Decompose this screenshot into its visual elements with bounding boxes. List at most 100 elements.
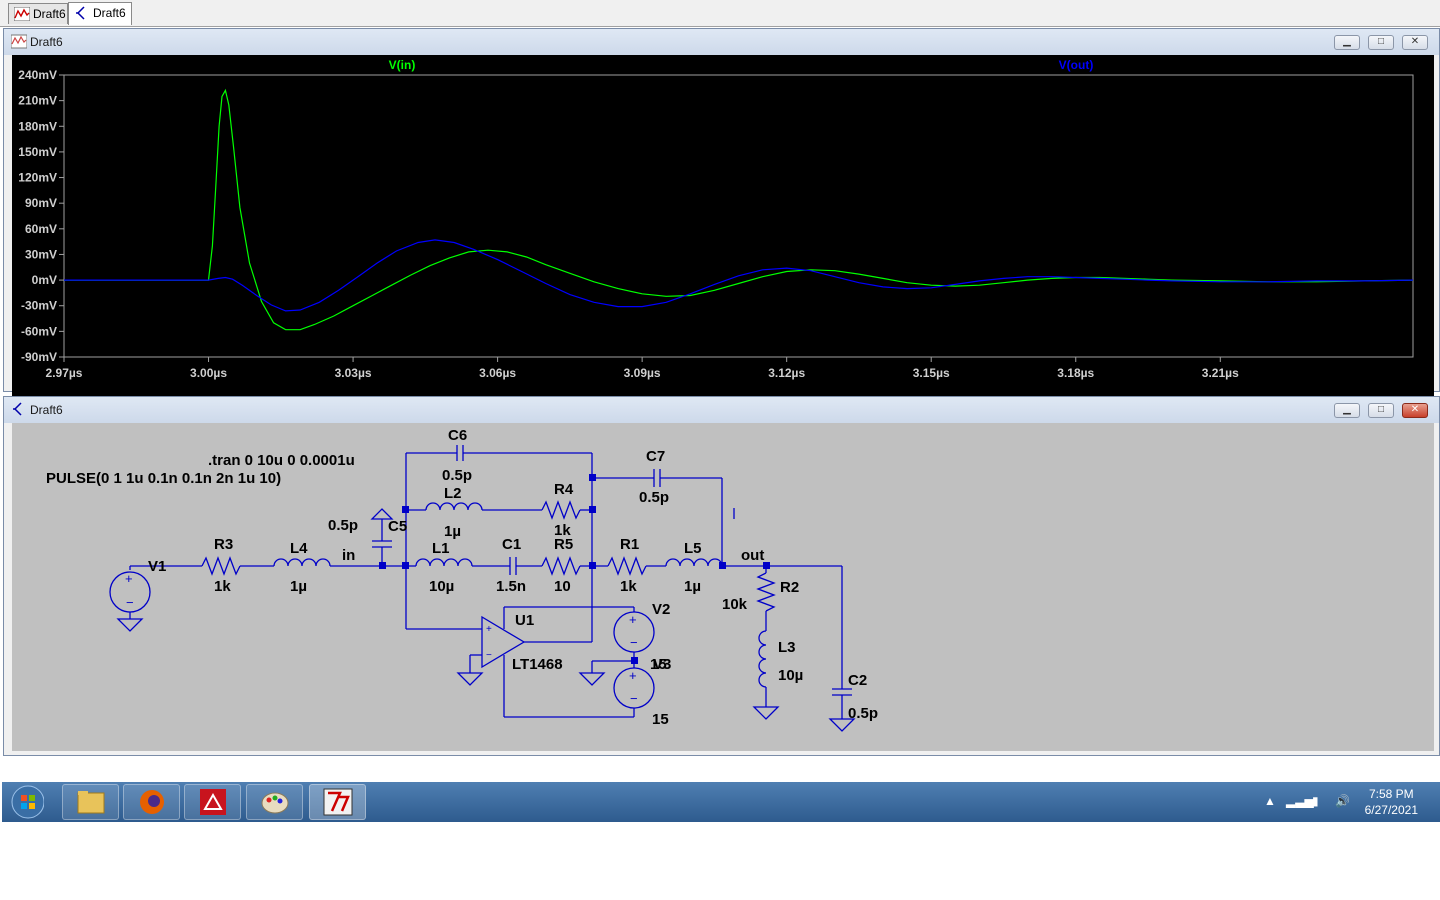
show-hidden-icons-icon[interactable]: ▲ [1264, 794, 1276, 808]
inductor-l4[interactable] [273, 558, 331, 567]
x-tick-label: 2.97µs [46, 366, 83, 380]
resistor-r5[interactable] [541, 556, 581, 576]
inductor-l2[interactable] [425, 502, 483, 511]
waveform-chart[interactable]: 240mV 210mV 180mV 150mV 120mV 90mV 60mV 30mV 0mV… [12, 55, 1434, 415]
svg-text:−: − [126, 595, 134, 610]
svg-text:+: + [125, 571, 133, 586]
minimize-button[interactable]: ▁ [1334, 35, 1360, 50]
firefox-icon [140, 790, 164, 814]
waveform-icon [11, 34, 27, 49]
schematic-window: Draft6 ▁ □ ✕ + − + − + − + − .tran 0 10u… [3, 396, 1440, 756]
minimize-button[interactable]: ▁ [1334, 403, 1360, 418]
x-tick-label: 3.09µs [624, 366, 661, 380]
resistor-r1[interactable] [607, 556, 647, 576]
taskbar-ltspice[interactable] [309, 784, 366, 820]
y-tick-label: 240mV [18, 68, 57, 82]
taskbar-acrobat[interactable] [184, 784, 241, 820]
x-tick-label: 3.21µs [1202, 366, 1239, 380]
value-c2: 0.5p [848, 705, 878, 722]
acrobat-icon [200, 789, 226, 815]
series-line-vout [64, 239, 1414, 312]
inductor-l3[interactable] [758, 630, 767, 688]
value-l4: 1µ [290, 578, 307, 595]
power-icon[interactable]: ▮ [1312, 794, 1319, 808]
schematic-icon [13, 402, 22, 416]
value-r1: 1k [620, 578, 637, 595]
waveform-plot-pane[interactable]: 240mV 210mV 180mV 150mV 120mV 90mV 60mV 30mV 0mV… [12, 55, 1434, 415]
label-l4: L4 [290, 540, 308, 557]
pulse-definition[interactable]: PULSE(0 1 1u 0.1n 0.1n 2n 1u 10) [46, 470, 281, 487]
value-c5: 0.5p [328, 517, 358, 534]
value-l2: 1µ [444, 523, 461, 540]
tran-directive[interactable]: .tran 0 10u 0 0.0001u [208, 452, 355, 469]
label-v1: V1 [148, 558, 166, 575]
taskbar-firefox[interactable] [123, 784, 180, 820]
y-tick-label: 0mV [32, 273, 57, 287]
value-l3: 10µ [778, 667, 803, 684]
window-title: Draft6 [30, 403, 63, 417]
taskbar-explorer[interactable] [62, 784, 119, 820]
label-c1: C1 [502, 536, 521, 553]
plot-window: Draft6 ▁ □ ✕ 240mV 210mV 180mV 150mV 120mV 90… [3, 28, 1440, 415]
plot-window-titlebar[interactable]: Draft6 ▁ □ ✕ [4, 29, 1439, 55]
label-u1: U1 [515, 612, 534, 629]
network-icon[interactable]: ▂▃▅ [1286, 794, 1314, 808]
label-l2: L2 [444, 485, 462, 502]
series-line-vin [64, 88, 1414, 331]
tab-label: Draft6 [93, 6, 126, 20]
schematic-canvas[interactable]: + − + − + − + − .tran 0 10u 0 0.0001u PULSE(… [12, 423, 1434, 751]
label-c7: C7 [646, 448, 665, 465]
ground-symbol [116, 618, 144, 632]
resistor-r4[interactable] [541, 500, 581, 520]
value-c7: 0.5p [639, 489, 669, 506]
y-tick-label: -30mV [21, 299, 57, 313]
system-clock[interactable]: 7:58 PM 6/27/2021 [1365, 786, 1418, 818]
tab-label: Draft6 [33, 7, 66, 21]
tab-schematic-draft6[interactable]: Draft6 [68, 2, 132, 25]
x-tick-label: 3.06µs [479, 366, 516, 380]
x-tick-label: 3.12µs [768, 366, 805, 380]
volume-icon[interactable]: 🔊 [1335, 794, 1350, 808]
x-tick-label: 3.15µs [913, 366, 950, 380]
x-tick-label: 3.18µs [1057, 366, 1094, 380]
resistor-r2[interactable] [756, 572, 776, 612]
label-v2: V2 [652, 601, 670, 618]
clock-time: 7:58 PM [1368, 787, 1414, 801]
svg-text:+: + [629, 668, 637, 683]
start-button[interactable] [4, 784, 58, 820]
window-title: Draft6 [30, 35, 63, 49]
maximize-button[interactable]: □ [1368, 35, 1394, 50]
label-r5: R5 [554, 536, 573, 553]
taskbar-paint[interactable] [246, 784, 303, 820]
close-button[interactable]: ✕ [1402, 35, 1428, 50]
tab-waveform-draft6[interactable]: Draft6 [8, 3, 68, 24]
label-c5: C5 [388, 518, 407, 535]
paint-icon [261, 792, 289, 814]
ltspice-icon [323, 788, 353, 816]
maximize-button[interactable]: □ [1368, 403, 1394, 418]
inductor-l5[interactable] [665, 558, 723, 567]
inductor-l1[interactable] [415, 558, 473, 567]
file-explorer-icon [77, 791, 105, 814]
start-orb-icon [11, 785, 45, 819]
value-v3: 15 [652, 711, 669, 728]
svg-text:−: − [630, 635, 638, 650]
label-c2: C2 [848, 672, 867, 689]
y-tick-label: 150mV [18, 145, 57, 159]
legend-vout: V(out) [1059, 58, 1094, 72]
schematic-drawing[interactable]: + − + − + − + − .tran 0 10u 0 0.0001u PULSE(… [12, 423, 1434, 751]
label-r1: R1 [620, 536, 639, 553]
clock-date: 6/27/2021 [1364, 803, 1418, 817]
label-r4: R4 [554, 481, 574, 498]
label-l5: L5 [684, 540, 702, 557]
svg-text:+: + [486, 624, 492, 635]
schematic-window-titlebar[interactable]: Draft6 ▁ □ ✕ [4, 397, 1439, 423]
y-tick-label: 120mV [18, 171, 57, 185]
legend-vin: V(in) [389, 58, 416, 72]
resistor-r3[interactable] [201, 556, 241, 576]
value-r3: 1k [214, 578, 231, 595]
value-c1: 1.5n [496, 578, 526, 595]
svg-text:−: − [486, 650, 492, 661]
close-button[interactable]: ✕ [1402, 403, 1428, 418]
label-l1: L1 [432, 540, 450, 557]
